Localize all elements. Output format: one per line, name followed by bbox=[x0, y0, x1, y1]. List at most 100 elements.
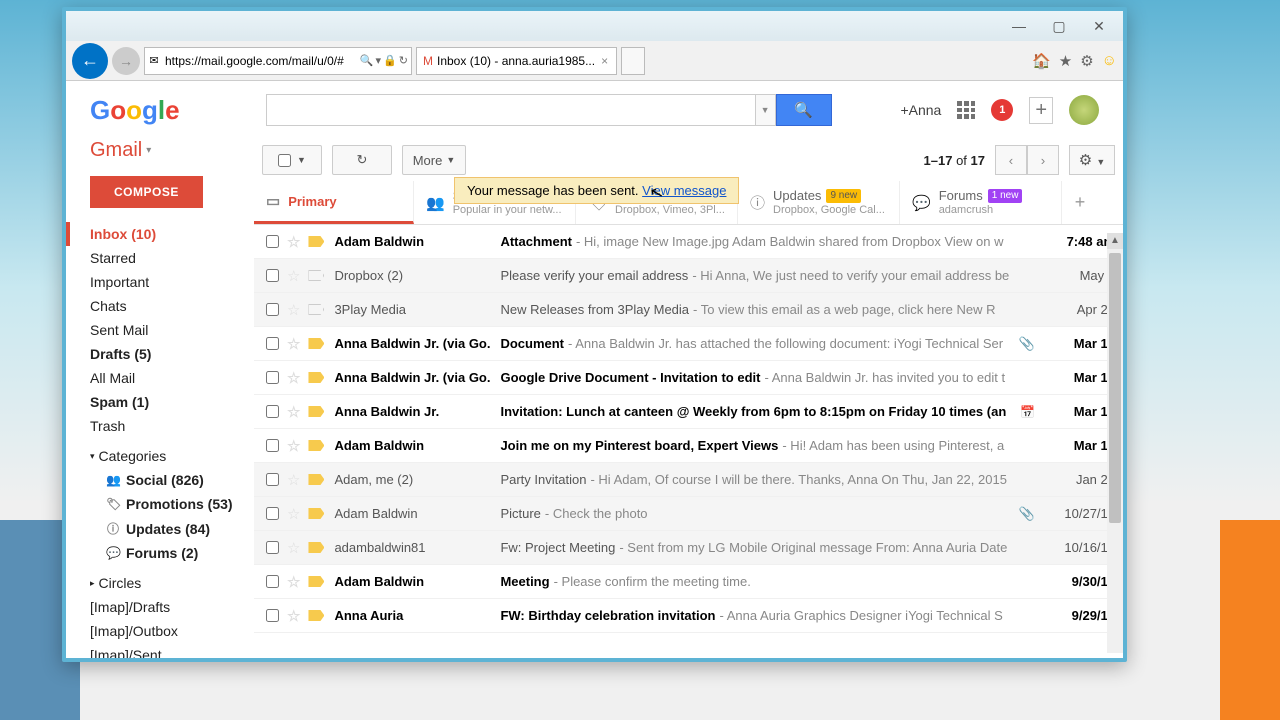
search-icon[interactable]: 🔍 bbox=[360, 54, 374, 67]
maximize-button[interactable]: ▢ bbox=[1039, 15, 1079, 37]
prev-page-button[interactable]: ‹ bbox=[995, 145, 1027, 175]
scroll-up-arrow[interactable]: ▲ bbox=[1107, 233, 1123, 249]
importance-marker[interactable] bbox=[308, 304, 324, 315]
url-input[interactable] bbox=[163, 54, 357, 68]
search-button[interactable]: 🔍 bbox=[776, 94, 832, 126]
email-checkbox[interactable] bbox=[266, 337, 279, 350]
forward-button[interactable]: → bbox=[112, 47, 140, 75]
back-button[interactable]: ← bbox=[72, 43, 108, 79]
star-icon[interactable]: ☆ bbox=[287, 301, 300, 319]
sidebar-spam[interactable]: Spam (1) bbox=[90, 390, 250, 414]
scrollbar-thumb[interactable] bbox=[1109, 253, 1121, 523]
email-row[interactable]: ☆Anna Baldwin Jr.Invitation: Lunch at ca… bbox=[254, 395, 1123, 429]
favorites-icon[interactable]: ★ bbox=[1059, 52, 1072, 70]
importance-marker[interactable] bbox=[308, 610, 324, 621]
importance-marker[interactable] bbox=[308, 542, 324, 553]
sidebar-starred[interactable]: Starred bbox=[90, 246, 250, 270]
email-checkbox[interactable] bbox=[266, 609, 279, 622]
select-all-checkbox[interactable] bbox=[278, 154, 291, 167]
add-tab-button[interactable]: + bbox=[1062, 181, 1098, 224]
home-icon[interactable]: 🏠 bbox=[1032, 52, 1051, 70]
settings-button[interactable]: ⚙ ▼ bbox=[1069, 145, 1115, 175]
email-row[interactable]: ☆Adam, me (2)Party Invitation - Hi Adam,… bbox=[254, 463, 1123, 497]
google-plus-link[interactable]: +Anna bbox=[900, 102, 941, 118]
sidebar-cat-updates[interactable]: ⓘUpdates (84) bbox=[90, 516, 250, 541]
sidebar-categories[interactable]: ▾Categories bbox=[90, 444, 250, 468]
more-button[interactable]: More ▼ bbox=[402, 145, 466, 175]
sidebar-trash[interactable]: Trash bbox=[90, 414, 250, 438]
sidebar-important[interactable]: Important bbox=[90, 270, 250, 294]
vertical-scrollbar[interactable]: ▲ bbox=[1107, 233, 1123, 653]
star-icon[interactable]: ☆ bbox=[287, 267, 300, 285]
email-row[interactable]: ☆Anna Baldwin Jr. (via Go.Google Drive D… bbox=[254, 361, 1123, 395]
sidebar-cat-social[interactable]: 👥Social (826) bbox=[90, 468, 250, 492]
sidebar-sent[interactable]: Sent Mail bbox=[90, 318, 250, 342]
importance-marker[interactable] bbox=[308, 338, 324, 349]
new-tab-button[interactable] bbox=[621, 47, 645, 75]
email-checkbox[interactable] bbox=[266, 303, 279, 316]
importance-marker[interactable] bbox=[308, 474, 324, 485]
email-row[interactable]: ☆Dropbox (2)Please verify your email add… bbox=[254, 259, 1123, 293]
importance-marker[interactable] bbox=[308, 440, 324, 451]
email-checkbox[interactable] bbox=[266, 269, 279, 282]
next-page-button[interactable]: › bbox=[1027, 145, 1059, 175]
refresh-button[interactable]: ↻ bbox=[332, 145, 392, 175]
smiley-icon[interactable]: ☺ bbox=[1102, 52, 1117, 70]
star-icon[interactable]: ☆ bbox=[287, 505, 300, 523]
importance-marker[interactable] bbox=[308, 236, 324, 247]
star-icon[interactable]: ☆ bbox=[287, 471, 300, 489]
email-row[interactable]: ☆Adam BaldwinPicture - Check the photo📎1… bbox=[254, 497, 1123, 531]
notifications-badge[interactable]: 1 bbox=[991, 99, 1013, 121]
email-checkbox[interactable] bbox=[266, 405, 279, 418]
sidebar-cat-forums[interactable]: 💬Forums (2) bbox=[90, 541, 250, 565]
email-checkbox[interactable] bbox=[266, 235, 279, 248]
importance-marker[interactable] bbox=[308, 576, 324, 587]
tab-forums[interactable]: 💬 Forums1 new adamcrush bbox=[900, 181, 1062, 224]
star-icon[interactable]: ☆ bbox=[287, 539, 300, 557]
star-icon[interactable]: ☆ bbox=[287, 233, 300, 251]
account-avatar[interactable] bbox=[1069, 95, 1099, 125]
email-row[interactable]: ☆Anna Baldwin Jr. (via Go.Document - Ann… bbox=[254, 327, 1123, 361]
email-row[interactable]: ☆Adam BaldwinAttachment - Hi, image New … bbox=[254, 225, 1123, 259]
sidebar-imap-sent[interactable]: [Imap]/Sent bbox=[90, 643, 250, 658]
select-all-dropdown[interactable]: ▼ bbox=[262, 145, 322, 175]
sidebar-drafts[interactable]: Drafts (5) bbox=[90, 342, 250, 366]
search-options-dropdown[interactable]: ▼ bbox=[756, 94, 776, 126]
sidebar-inbox[interactable]: Inbox (10) bbox=[66, 222, 250, 246]
email-row[interactable]: ☆3Play MediaNew Releases from 3Play Medi… bbox=[254, 293, 1123, 327]
sidebar-allmail[interactable]: All Mail bbox=[90, 366, 250, 390]
sidebar-chats[interactable]: Chats bbox=[90, 294, 250, 318]
gmail-dropdown[interactable]: Gmail bbox=[90, 139, 250, 162]
star-icon[interactable]: ☆ bbox=[287, 335, 300, 353]
email-row[interactable]: ☆adambaldwin81Fw: Project Meeting - Sent… bbox=[254, 531, 1123, 565]
importance-marker[interactable] bbox=[308, 270, 324, 281]
sidebar-imap-drafts[interactable]: [Imap]/Drafts bbox=[90, 595, 250, 619]
email-checkbox[interactable] bbox=[266, 541, 279, 554]
email-row[interactable]: ☆Adam BaldwinMeeting - Please confirm th… bbox=[254, 565, 1123, 599]
email-checkbox[interactable] bbox=[266, 371, 279, 384]
star-icon[interactable]: ☆ bbox=[287, 437, 300, 455]
sidebar-circles[interactable]: ▸Circles bbox=[90, 571, 250, 595]
importance-marker[interactable] bbox=[308, 508, 324, 519]
google-logo[interactable]: Google bbox=[90, 95, 180, 126]
refresh-icon[interactable]: ↻ bbox=[399, 54, 408, 67]
star-icon[interactable]: ☆ bbox=[287, 369, 300, 387]
minimize-button[interactable]: — bbox=[999, 15, 1039, 37]
address-bar[interactable]: ✉ 🔍 ▾ 🔒 ↻ bbox=[144, 47, 412, 75]
email-checkbox[interactable] bbox=[266, 507, 279, 520]
browser-tab[interactable]: M Inbox (10) - anna.auria1985... × bbox=[416, 47, 617, 75]
tab-primary[interactable]: ▭ Primary bbox=[254, 181, 414, 224]
sidebar-cat-promotions[interactable]: 🏷Promotions (53) bbox=[90, 492, 250, 516]
importance-marker[interactable] bbox=[308, 406, 324, 417]
importance-marker[interactable] bbox=[308, 372, 324, 383]
tab-close-button[interactable]: × bbox=[599, 54, 610, 68]
sidebar-imap-outbox[interactable]: [Imap]/Outbox bbox=[90, 619, 250, 643]
share-button[interactable]: + bbox=[1029, 97, 1053, 124]
email-checkbox[interactable] bbox=[266, 473, 279, 486]
email-checkbox[interactable] bbox=[266, 439, 279, 452]
tab-updates[interactable]: ⓘ Updates9 new Dropbox, Google Cal... bbox=[738, 181, 900, 224]
search-input[interactable] bbox=[266, 94, 756, 126]
email-checkbox[interactable] bbox=[266, 575, 279, 588]
tools-icon[interactable]: ⚙ bbox=[1080, 52, 1093, 70]
email-row[interactable]: ☆Anna AuriaFW: Birthday celebration invi… bbox=[254, 599, 1123, 633]
